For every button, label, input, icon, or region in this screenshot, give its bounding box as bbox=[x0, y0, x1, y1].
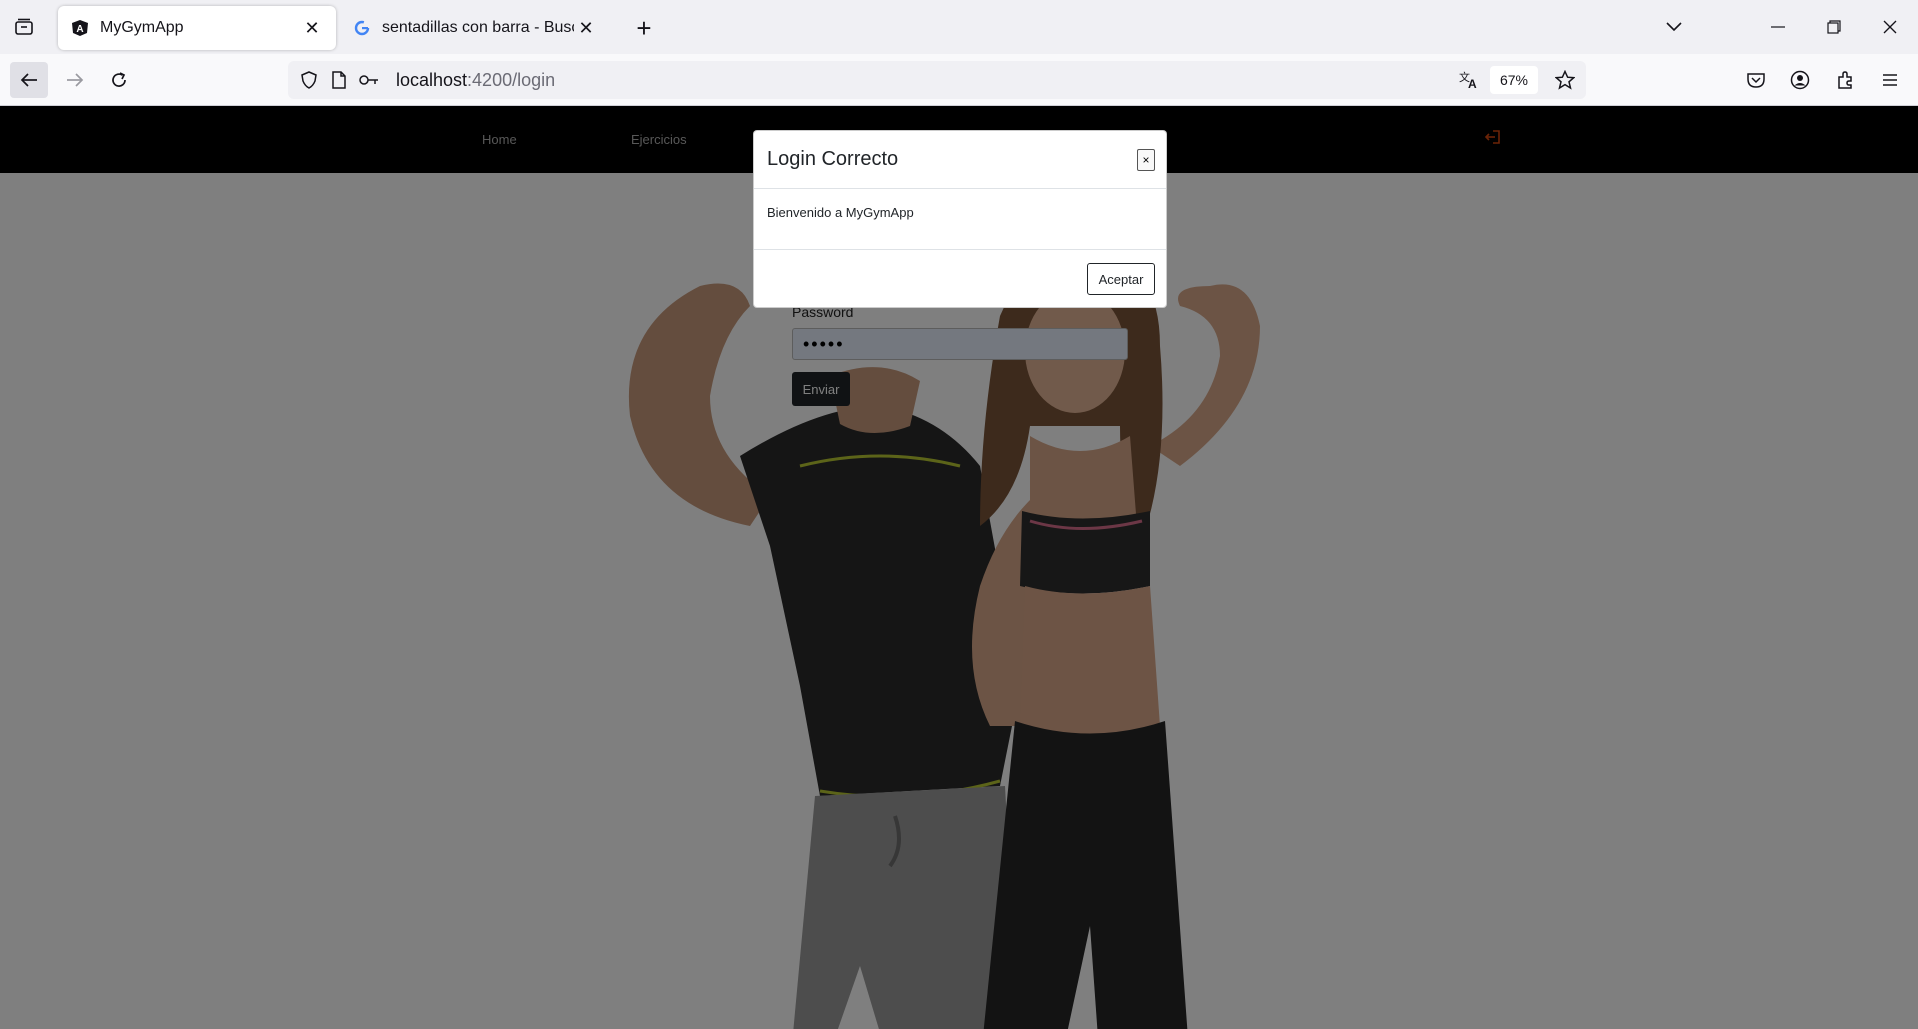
svg-text:A: A bbox=[1468, 77, 1477, 90]
back-button[interactable] bbox=[10, 62, 48, 98]
navigation-toolbar: localhost:4200/login 文A 67% bbox=[0, 54, 1918, 106]
url-host: localhost bbox=[396, 69, 468, 90]
forward-button[interactable] bbox=[56, 62, 94, 98]
svg-text:A: A bbox=[76, 24, 83, 35]
angular-icon: A bbox=[70, 18, 90, 38]
tab-title: sentadillas con barra - Buscar con Googl… bbox=[382, 19, 574, 36]
pocket-icon[interactable] bbox=[1740, 64, 1772, 96]
shield-icon[interactable] bbox=[294, 65, 324, 95]
login-success-modal: Login Correcto × Bienvenido a MyGymApp A… bbox=[753, 130, 1167, 308]
accept-button[interactable]: Aceptar bbox=[1087, 263, 1155, 295]
close-window-icon[interactable] bbox=[1870, 10, 1910, 44]
bookmark-star-icon[interactable] bbox=[1550, 65, 1580, 95]
reload-button[interactable] bbox=[100, 62, 138, 98]
modal-header: Login Correcto × bbox=[754, 131, 1166, 189]
zoom-level-button[interactable]: 67% bbox=[1489, 66, 1538, 94]
url-text: localhost:4200/login bbox=[396, 70, 555, 91]
modal-body: Bienvenido a MyGymApp bbox=[754, 189, 1166, 250]
translate-icon[interactable]: 文A bbox=[1454, 65, 1484, 95]
tab-title: MyGymApp bbox=[100, 19, 184, 36]
web-page: Home Ejercicios Pass bbox=[0, 106, 1918, 1029]
account-icon[interactable] bbox=[1784, 64, 1816, 96]
url-path: :4200/login bbox=[467, 69, 556, 90]
key-icon[interactable] bbox=[354, 65, 384, 95]
tab-mygymapp[interactable]: A MyGymApp ✕ bbox=[58, 6, 336, 50]
tab-google-search[interactable]: sentadillas con barra - Buscar con Googl… bbox=[340, 6, 610, 50]
close-tab-icon[interactable]: ✕ bbox=[300, 16, 324, 40]
tab-list-icon[interactable] bbox=[6, 10, 42, 44]
modal-close-button[interactable]: × bbox=[1137, 149, 1155, 171]
modal-title: Login Correcto bbox=[767, 148, 899, 170]
google-icon bbox=[352, 18, 372, 38]
restore-icon[interactable] bbox=[1814, 10, 1854, 44]
extensions-icon[interactable] bbox=[1829, 64, 1861, 96]
list-all-tabs-icon[interactable] bbox=[1654, 10, 1694, 44]
minimize-icon[interactable] bbox=[1758, 10, 1798, 44]
page-icon[interactable] bbox=[324, 65, 354, 95]
address-bar[interactable]: localhost:4200/login 文A 67% bbox=[288, 61, 1586, 99]
modal-message: Bienvenido a MyGymApp bbox=[767, 205, 914, 220]
new-tab-button[interactable]: + bbox=[628, 12, 660, 44]
tab-bar: A MyGymApp ✕ sentadillas con barra - Bus… bbox=[0, 0, 1918, 54]
menu-icon[interactable] bbox=[1874, 64, 1906, 96]
modal-footer: Aceptar bbox=[754, 250, 1166, 308]
close-tab-icon[interactable]: ✕ bbox=[574, 16, 598, 40]
